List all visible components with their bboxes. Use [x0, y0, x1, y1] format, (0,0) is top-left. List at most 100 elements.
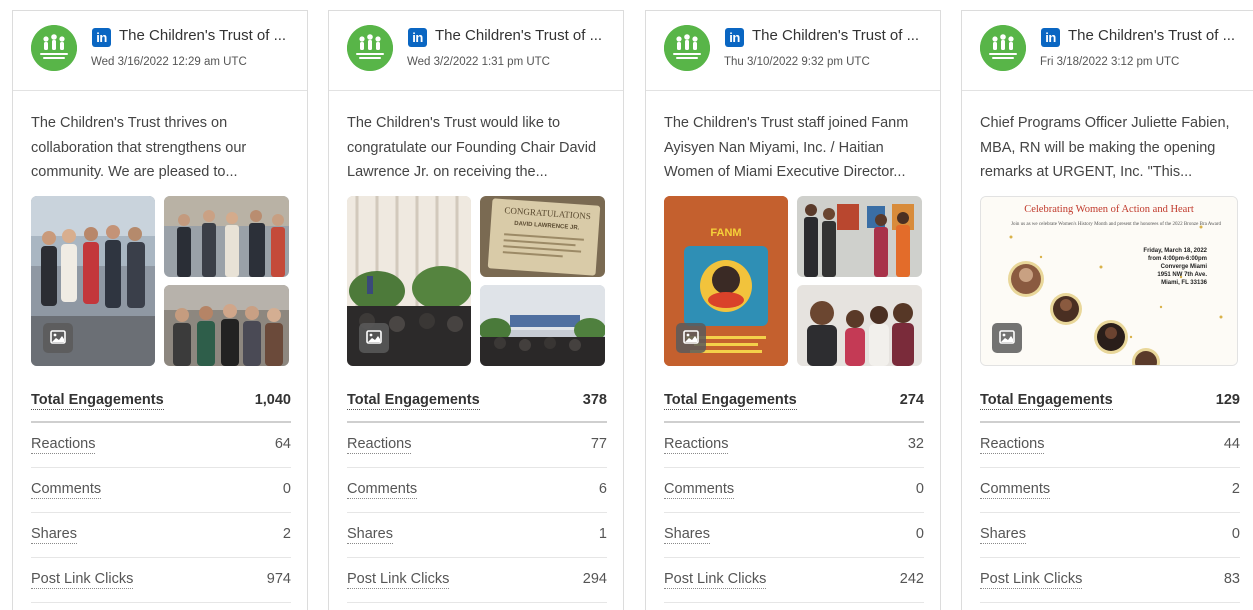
post-date: Wed 3/16/2022 12:29 am UTC	[91, 56, 247, 68]
stat-label[interactable]: Shares	[980, 526, 1026, 544]
stat-total-engagements: Total Engagements 129	[980, 385, 1240, 423]
engagement-stats: Total Engagements 274 Reactions 32 Comme…	[664, 385, 924, 603]
stat-value: 2	[282, 526, 291, 542]
stat-value: 83	[1223, 571, 1240, 587]
image-icon	[992, 323, 1022, 353]
stat-label[interactable]: Shares	[664, 526, 710, 544]
stat-label[interactable]: Total Engagements	[347, 392, 480, 410]
stat-label[interactable]: Total Engagements	[31, 392, 164, 410]
post-photo[interactable]	[797, 196, 922, 277]
stat-label[interactable]: Shares	[31, 526, 77, 544]
stat-shares: Shares 0	[664, 513, 924, 558]
linkedin-icon: in	[92, 28, 111, 47]
account-name[interactable]: The Children's Trust of ...	[1068, 27, 1248, 44]
flyer-time: from 4:00pm-6:00pm	[1148, 256, 1207, 262]
childrens-trust-logo[interactable]	[980, 25, 1026, 71]
post-media[interactable]: Celebrating Women of Action and Heart Jo…	[980, 196, 1238, 366]
childrens-trust-logo[interactable]	[31, 25, 77, 71]
stat-label[interactable]: Comments	[347, 481, 418, 499]
post-cards-grid: in The Children's Trust of ... Wed 3/16/…	[0, 0, 1253, 610]
stat-label[interactable]: Post Link Clicks	[31, 571, 134, 589]
flyer-address: 1951 NW 7th Ave.	[1157, 272, 1207, 278]
stat-post-link-clicks: Post Link Clicks 242	[664, 558, 924, 603]
stat-label[interactable]: Total Engagements	[980, 392, 1113, 410]
post-card[interactable]: in The Children's Trust of ... Wed 3/2/2…	[328, 10, 624, 610]
engagement-stats: Total Engagements 129 Reactions 44 Comme…	[980, 385, 1240, 603]
stat-label[interactable]: Reactions	[347, 436, 412, 454]
post-media[interactable]: FANM	[664, 196, 922, 366]
stat-shares: Shares 0	[980, 513, 1240, 558]
post-photo[interactable]	[480, 285, 605, 366]
post-photo[interactable]	[797, 285, 922, 366]
post-photo[interactable]	[164, 196, 289, 277]
stat-label[interactable]: Total Engagements	[664, 392, 797, 410]
flyer-subline: Join us as we celebrate Women's History …	[1011, 220, 1221, 227]
stat-label[interactable]: Post Link Clicks	[664, 571, 767, 589]
stat-reactions: Reactions 32	[664, 423, 924, 468]
flyer-date: Friday, March 18, 2022	[1143, 248, 1207, 254]
stat-label[interactable]: Shares	[347, 526, 393, 544]
post-media[interactable]	[31, 196, 289, 366]
account-name[interactable]: The Children's Trust of ...	[752, 27, 932, 44]
stat-label[interactable]: Reactions	[664, 436, 729, 454]
stat-label[interactable]: Post Link Clicks	[347, 571, 450, 589]
stat-value: 974	[266, 571, 291, 587]
post-card[interactable]: in The Children's Trust of ... Thu 3/10/…	[645, 10, 941, 610]
stat-value: 0	[915, 481, 924, 497]
post-card[interactable]: in The Children's Trust of ... Fri 3/18/…	[961, 10, 1253, 610]
childrens-trust-logo[interactable]	[347, 25, 393, 71]
stat-value: 2	[1231, 481, 1240, 497]
stat-comments: Comments 2	[980, 468, 1240, 513]
childrens-trust-logo[interactable]	[664, 25, 710, 71]
stat-value: 77	[590, 436, 607, 452]
stat-label[interactable]: Comments	[664, 481, 735, 499]
flyer-city: Miami, FL 33136	[1161, 280, 1208, 286]
engagement-stats: Total Engagements 378 Reactions 77 Comme…	[347, 385, 607, 603]
post-photo[interactable]	[164, 285, 289, 366]
stat-reactions: Reactions 64	[31, 423, 291, 468]
linkedin-icon: in	[725, 28, 744, 47]
post-card[interactable]: in The Children's Trust of ... Wed 3/16/…	[12, 10, 308, 610]
stat-post-link-clicks: Post Link Clicks 974	[31, 558, 291, 603]
image-icon	[43, 323, 73, 353]
post-media[interactable]: CONGRATULATIONS DAVID LAWRENCE JR.	[347, 196, 605, 366]
post-date: Fri 3/18/2022 3:12 pm UTC	[1040, 56, 1180, 68]
post-date: Wed 3/2/2022 1:31 pm UTC	[407, 56, 550, 68]
stat-value: 0	[915, 526, 924, 542]
stat-reactions: Reactions 77	[347, 423, 607, 468]
flyer-venue: Converge Miami	[1161, 264, 1208, 270]
stat-label[interactable]: Comments	[31, 481, 102, 499]
stat-post-link-clicks: Post Link Clicks 83	[980, 558, 1240, 603]
post-text: The Children's Trust staff joined Fanm A…	[664, 115, 909, 180]
stat-label[interactable]: Comments	[980, 481, 1051, 499]
stat-value: 6	[598, 481, 607, 497]
account-name[interactable]: The Children's Trust of ...	[119, 27, 299, 44]
stat-value: 0	[1231, 526, 1240, 542]
post-photo[interactable]: CONGRATULATIONS DAVID LAWRENCE JR.	[480, 196, 605, 277]
stat-comments: Comments 0	[31, 468, 291, 513]
stat-total-engagements: Total Engagements 1,040	[31, 385, 291, 423]
stat-value: 0	[282, 481, 291, 497]
stat-value: 32	[907, 436, 924, 452]
post-header: in The Children's Trust of ... Thu 3/10/…	[646, 11, 940, 91]
stat-value: 1,040	[254, 392, 291, 408]
post-date: Thu 3/10/2022 9:32 pm UTC	[724, 56, 870, 68]
engagement-stats: Total Engagements 1,040 Reactions 64 Com…	[31, 385, 291, 603]
stat-label[interactable]: Reactions	[980, 436, 1045, 454]
image-icon	[359, 323, 389, 353]
post-header: in The Children's Trust of ... Fri 3/18/…	[962, 11, 1253, 91]
post-header: in The Children's Trust of ... Wed 3/2/2…	[329, 11, 623, 91]
stat-label[interactable]: Reactions	[31, 436, 96, 454]
stat-label[interactable]: Post Link Clicks	[980, 571, 1083, 589]
stat-shares: Shares 2	[31, 513, 291, 558]
image-icon	[676, 323, 706, 353]
stat-post-link-clicks: Post Link Clicks 294	[347, 558, 607, 603]
flyer-headline: Celebrating Women of Action and Heart	[1024, 204, 1194, 215]
account-name[interactable]: The Children's Trust of ...	[435, 27, 615, 44]
post-text: The Children's Trust would like to congr…	[347, 115, 597, 180]
stat-shares: Shares 1	[347, 513, 607, 558]
stat-value: 294	[582, 571, 607, 587]
post-text: The Children's Trust thrives on collabor…	[31, 115, 247, 180]
post-text: Chief Programs Officer Juliette Fabien, …	[980, 115, 1230, 180]
stat-value: 64	[274, 436, 291, 452]
